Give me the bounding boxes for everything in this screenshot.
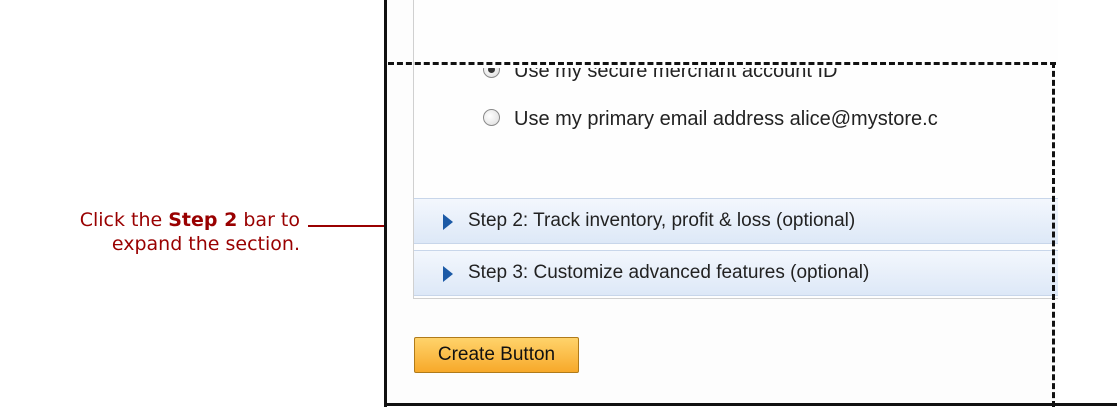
highlight-dashed-right <box>1052 62 1055 407</box>
radio-option-email[interactable]: Use my primary email address alice@mysto… <box>483 108 938 131</box>
step-2-label: Step 2: Track inventory, profit & loss (… <box>468 210 856 231</box>
step-3-bar[interactable]: Step 3: Customize advanced features (opt… <box>414 250 1113 296</box>
callout-line-2: expand the section. <box>111 233 300 255</box>
frame-left-border <box>384 0 387 407</box>
radio-label: Use my primary email address alice@mysto… <box>514 108 938 130</box>
radio-unchecked-icon[interactable] <box>483 109 500 127</box>
frame-outside-area <box>1058 0 1117 403</box>
expand-triangle-icon <box>443 214 453 230</box>
callout-bold: Step 2 <box>168 209 238 231</box>
frame-bottom-border <box>384 403 1117 406</box>
expand-triangle-icon <box>443 266 453 282</box>
callout-line-1: Click the Step 2 bar to <box>79 209 300 231</box>
screenshot-page: Use my secure merchant account ID Use my… <box>387 0 1117 403</box>
step-3-label: Step 3: Customize advanced features (opt… <box>468 262 870 283</box>
create-button[interactable]: Create Button <box>414 337 579 373</box>
callout-text: Click the Step 2 bar to expand the secti… <box>20 208 300 256</box>
highlight-dashed-top <box>388 62 1056 65</box>
step-2-bar[interactable]: Step 2: Track inventory, profit & loss (… <box>414 198 1113 244</box>
